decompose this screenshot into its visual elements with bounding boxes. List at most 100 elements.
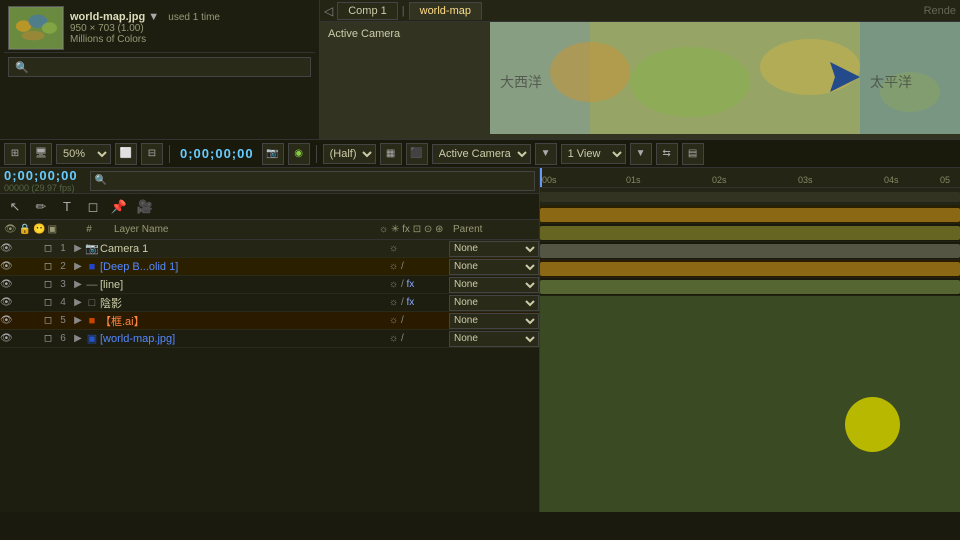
- table-row[interactable]: 👁 ◻ 6 ▶ ▣ [world-map.jpg] ☼ / None: [0, 330, 539, 348]
- toolbar-grid-btn[interactable]: ⊟: [141, 143, 163, 165]
- timeline-track-2: [540, 206, 960, 224]
- ruler-mark-5s: 05: [940, 175, 950, 185]
- asset-filename: world-map.jpg: [70, 11, 145, 23]
- toolbar-display-btn[interactable]: ▦: [380, 143, 402, 165]
- tool-select[interactable]: ↖: [4, 196, 26, 218]
- layer-timecode-sub: 00000 (29.97 fps): [4, 183, 78, 193]
- timecode-display: 0;00;00;00: [176, 146, 258, 161]
- tool-shape[interactable]: ◻: [82, 196, 104, 218]
- track-bar-6: [540, 280, 960, 294]
- tool-pin[interactable]: 📌: [108, 196, 130, 218]
- switch-icon3: fx: [402, 224, 410, 235]
- asset-dimensions: 950 × 703 (1.00): [70, 23, 220, 34]
- layer-name-4: 陰影: [100, 295, 389, 311]
- layer-name-1: Camera 1: [100, 243, 389, 255]
- asset-header: world-map.jpg ▼ used 1 time 950 × 703 (1…: [4, 4, 315, 53]
- parent-select-4[interactable]: None: [449, 295, 539, 311]
- asset-info: world-map.jpg ▼ used 1 time 950 × 703 (1…: [70, 11, 220, 45]
- col-parent-header: Parent: [449, 224, 539, 235]
- ruler-mark-3s: 03s: [798, 175, 813, 185]
- preview-image: 大西洋 太平洋: [490, 22, 960, 134]
- table-row[interactable]: 👁 ◻ 3 ▶ — [line] ☼ / fx None: [0, 276, 539, 294]
- timeline-track-4: [540, 242, 960, 260]
- track-bar-1: [540, 192, 960, 202]
- comp-work-area: [540, 296, 960, 512]
- toolbar-snap-btn[interactable]: ⊞: [4, 143, 26, 165]
- col-name-header: Layer Name: [98, 224, 379, 235]
- main-toolbar: ⊞ 🖥 50% 25% 100% ⬜ ⊟ 0;00;00;00 📷 ◉ (Hal…: [0, 140, 960, 168]
- col-type-icon: ▣: [48, 224, 57, 235]
- asset-panel: world-map.jpg ▼ used 1 time 950 × 703 (1…: [0, 0, 320, 139]
- tool-camera[interactable]: 🎥: [134, 196, 156, 218]
- switch-icon6: ⊛: [435, 224, 443, 235]
- asset-search-input[interactable]: [33, 61, 304, 73]
- asset-triangle[interactable]: ▼: [148, 11, 159, 23]
- timeline-panel: 00s 01s 02s 03s 04s 05: [540, 168, 960, 512]
- switch-icon4: ⊡: [413, 224, 421, 235]
- toolbar-view-arrow[interactable]: ▼: [630, 143, 652, 165]
- timeline-track-5: [540, 260, 960, 278]
- toolbar-cam-arrow[interactable]: ▼: [535, 143, 557, 165]
- parent-select-2[interactable]: None: [449, 259, 539, 275]
- layer-name-3: [line]: [100, 279, 389, 291]
- toolbar-color-btn[interactable]: ◉: [288, 143, 310, 165]
- preview-panel: ◁ Comp 1 | world-map Rende Active Camera: [320, 0, 960, 139]
- table-row[interactable]: 👁 ◻ 5 ▶ ■ 【框.ai】 ☼ / None: [0, 312, 539, 330]
- parent-select-5[interactable]: None: [449, 313, 539, 329]
- layer-tools: ↖ ✏ T ◻ 📌 🎥: [0, 194, 539, 220]
- zoom-select[interactable]: 50% 25% 100%: [56, 144, 111, 164]
- track-bar-2: [540, 208, 960, 222]
- view-select[interactable]: 1 View 2 Views: [561, 144, 626, 164]
- preview-area: Active Camera 大西洋 太: [320, 22, 960, 139]
- table-row[interactable]: 👁 ◻ 2 ▶ ■ [Deep B...olid 1] ☼ / None: [0, 258, 539, 276]
- asset-search-bar[interactable]: 🔍: [8, 57, 311, 77]
- asset-used: used 1 time: [168, 12, 220, 23]
- toolbar-transfer-btn[interactable]: ⇆: [656, 143, 678, 165]
- search-icon: 🔍: [15, 61, 29, 74]
- camera-select[interactable]: Active Camera Camera 1: [432, 144, 531, 164]
- quality-select[interactable]: (Half) (Full): [323, 144, 376, 164]
- timeline-track-1: [540, 188, 960, 206]
- col-num-header: #: [80, 224, 98, 235]
- layer-search-icon: 🔍: [95, 175, 107, 186]
- switch-icon2: ✳: [391, 224, 399, 235]
- layer-col-header: 👁 🔒 😶 ▣ # Layer Name ☼ ✳ fx ⊡ ⊙ ⊛ Parent: [0, 220, 539, 240]
- layer-timecode: 0;00;00;00: [4, 168, 78, 183]
- layer-header-bar: 0;00;00;00 00000 (29.97 fps) 🔍: [0, 168, 539, 194]
- layer-search-input[interactable]: [109, 175, 530, 187]
- parent-select-6[interactable]: None: [449, 331, 539, 347]
- layer-search[interactable]: 🔍: [90, 171, 535, 191]
- track-bar-3: [540, 226, 960, 240]
- toolbar-monitor-btn[interactable]: 🖥: [30, 143, 52, 165]
- col-switches-header: ☼ ✳ fx ⊡ ⊙ ⊛: [379, 224, 449, 235]
- layer-name-6: [world-map.jpg]: [100, 333, 389, 345]
- toolbar-fit-btn[interactable]: ⬜: [115, 143, 137, 165]
- asset-name: world-map.jpg ▼ used 1 time: [70, 11, 220, 23]
- switch-icon1: ☼: [379, 224, 388, 235]
- toolbar-extra-btn[interactable]: ▤: [682, 143, 704, 165]
- table-row[interactable]: 👁 ◻ 4 ▶ □ 陰影 ☼ / fx None: [0, 294, 539, 312]
- tab-comp1[interactable]: Comp 1: [337, 2, 398, 20]
- ruler-mark-0s: 00s: [542, 175, 557, 185]
- asset-color-mode: Millions of Colors: [70, 34, 220, 45]
- render-label: Rende: [924, 5, 956, 17]
- switch-icon5: ⊙: [424, 224, 432, 235]
- tab-comp1-label: Comp 1: [348, 5, 387, 17]
- ruler-mark-2s: 02s: [712, 175, 727, 185]
- tool-pen[interactable]: ✏: [30, 196, 52, 218]
- timeline-ruler: 00s 01s 02s 03s 04s 05: [540, 168, 960, 188]
- parent-select-3[interactable]: None: [449, 277, 539, 293]
- toolbar-alpha-btn[interactable]: ⬛: [406, 143, 428, 165]
- comp-tabs: ◁ Comp 1 | world-map Rende: [320, 0, 960, 22]
- tool-text[interactable]: T: [56, 196, 78, 218]
- active-camera-label: Active Camera: [328, 28, 400, 40]
- track-bar-4: [540, 244, 960, 258]
- parent-select-1[interactable]: None: [449, 241, 539, 257]
- table-row[interactable]: 👁 ◻ 1 ▶ 📷 Camera 1 ☼ None: [0, 240, 539, 258]
- layer-panel: 0;00;00;00 00000 (29.97 fps) 🔍 ↖ ✏ T ◻ 📌…: [0, 168, 540, 512]
- comp-tab-arrow-left[interactable]: ◁: [324, 4, 333, 18]
- tab-worldmap-label: world-map: [420, 5, 471, 17]
- layer-name-2: [Deep B...olid 1]: [100, 261, 389, 273]
- toolbar-camera-icon-btn[interactable]: 📷: [262, 143, 284, 165]
- tab-worldmap[interactable]: world-map: [409, 2, 482, 20]
